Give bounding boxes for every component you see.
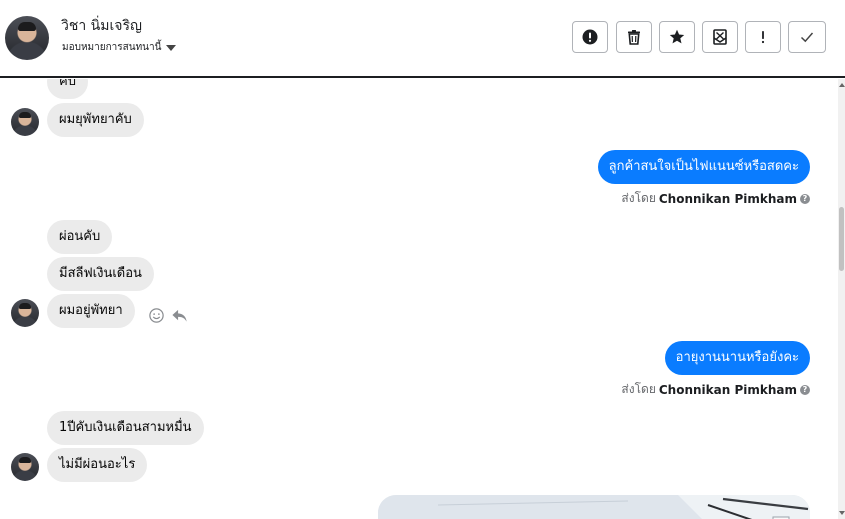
sender-avatar[interactable] — [11, 299, 39, 327]
help-icon[interactable]: ? — [800, 193, 810, 204]
message-scrollbar[interactable] — [838, 79, 845, 519]
outgoing-message[interactable]: อายุงานนานหรือยังคะ — [664, 341, 810, 375]
sent-by-prefix: ส่งโดย — [621, 191, 656, 205]
sent-by-name: Chonnikan Pimkham — [658, 191, 797, 206]
trash-icon — [628, 30, 640, 45]
delete-button[interactable] — [616, 21, 652, 53]
scroll-up-icon[interactable] — [839, 83, 845, 87]
assign-label: มอบหมายการสนทนานี้ — [62, 42, 162, 53]
scroll-down-icon[interactable] — [839, 511, 845, 515]
contact-avatar[interactable] — [5, 16, 49, 60]
sent-by-label: ส่งโดย Chonnikan Pimkham ? — [621, 189, 810, 208]
spam-button[interactable] — [745, 21, 781, 53]
help-icon[interactable]: ? — [800, 384, 810, 395]
checkmark-icon — [800, 32, 814, 43]
conversation-header: วิชา นิ่มเจริญ มอบหมายการสนทนานี้ — [0, 0, 845, 78]
scroll-thumb[interactable] — [839, 207, 844, 271]
reply-icon[interactable] — [171, 307, 188, 324]
incoming-message[interactable]: ไม่มีผ่อนอะไร — [47, 448, 148, 482]
smiley-react-icon[interactable] — [148, 307, 165, 324]
alert-button[interactable] — [572, 21, 608, 53]
incoming-message[interactable]: ผมยุพัทยาคับ — [47, 103, 144, 137]
sent-by-prefix: ส่งโดย — [621, 382, 656, 396]
incoming-message[interactable]: มีสลีฟเงินเดือน — [47, 257, 154, 291]
attachment-photo — [378, 495, 810, 519]
image-attachment[interactable] — [378, 495, 810, 519]
sent-by-name: Chonnikan Pimkham — [658, 382, 797, 397]
exclamation-icon — [761, 31, 765, 44]
star-button[interactable] — [659, 21, 695, 53]
done-button[interactable] — [788, 21, 826, 53]
incoming-message[interactable]: ผมอยู่พัทยา — [47, 294, 135, 328]
message-actions — [148, 307, 188, 324]
sent-by-label: ส่งโดย Chonnikan Pimkham ? — [621, 380, 810, 399]
star-icon — [669, 29, 685, 44]
sender-avatar[interactable] — [11, 453, 39, 481]
contact-name[interactable]: วิชา นิ่มเจริญ — [61, 15, 142, 37]
message-thread[interactable]: คับ ผมยุพัทยาคับ ลูกค้าสนใจเป็นไฟแนนซ์หร… — [0, 79, 838, 519]
mark-unread-icon — [713, 29, 727, 45]
assign-conversation-dropdown[interactable]: มอบหมายการสนทนานี้ — [62, 40, 177, 55]
alert-circle-icon — [582, 29, 598, 45]
sender-avatar[interactable] — [11, 108, 39, 136]
mark-unread-button[interactable] — [702, 21, 738, 53]
outgoing-message[interactable]: ลูกค้าสนใจเป็นไฟแนนซ์หรือสดคะ — [597, 150, 810, 184]
incoming-message[interactable]: 1ปีคับเงินเดือนสามหมื่น — [47, 411, 204, 445]
caret-down-icon — [166, 45, 177, 51]
incoming-message[interactable]: คับ — [47, 79, 88, 99]
incoming-message[interactable]: ผ่อนคับ — [47, 220, 113, 254]
